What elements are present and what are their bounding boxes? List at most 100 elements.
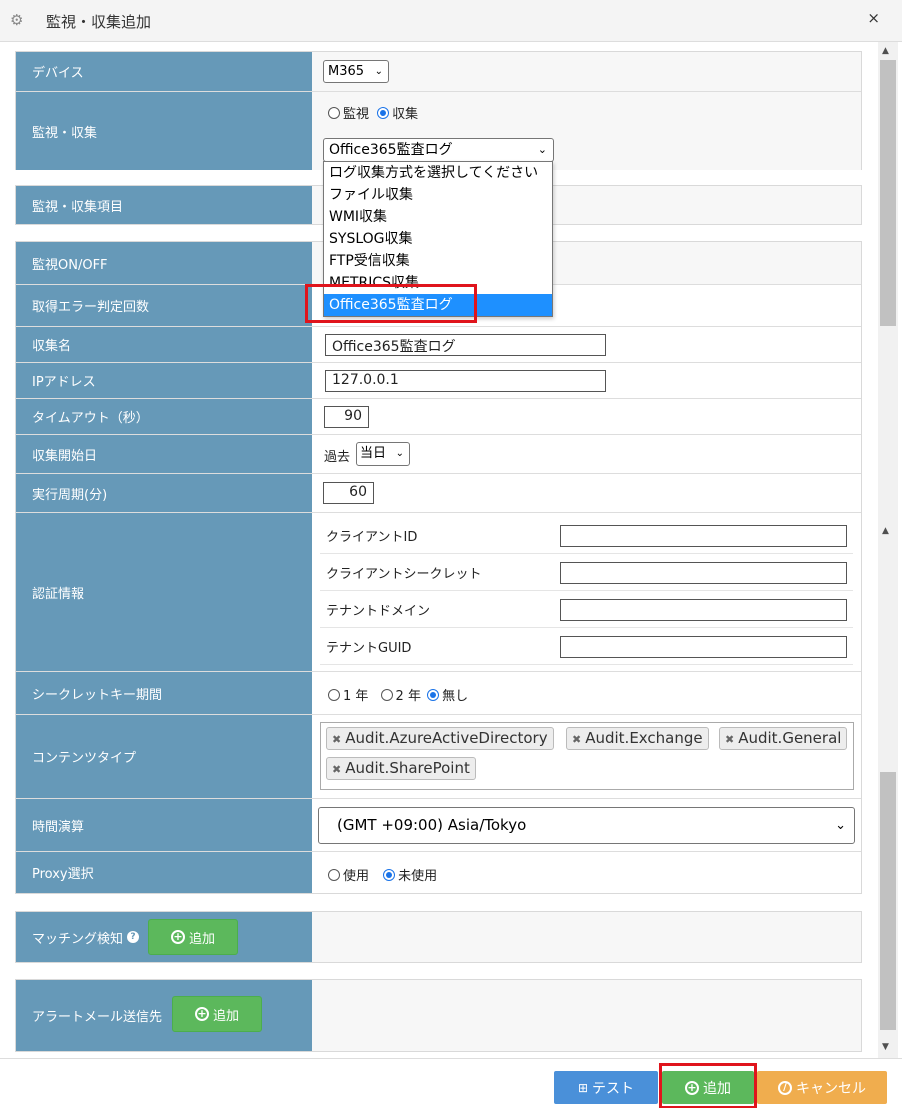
secret-1y-radio[interactable] xyxy=(328,689,340,701)
alert-mail-block: アラートメール送信先 + 追加 xyxy=(15,979,862,1052)
chevron-down-icon: ⌄ xyxy=(395,448,404,459)
device-select[interactable]: M365 ⌄ xyxy=(323,60,389,83)
timezone-row: 時間演算 (GMT +09:00) Asia/Tokyo ⌄ xyxy=(16,799,861,852)
monitor-collect-row: 監視・収集 監視 収集 Office365監査ログ ⌄ xyxy=(16,92,861,170)
content-tag[interactable]: ✖ Audit.Exchange xyxy=(566,727,709,750)
close-icon[interactable]: × xyxy=(867,9,880,27)
ip-label: IPアドレス xyxy=(16,363,312,398)
content-tag[interactable]: ✖ Audit.SharePoint xyxy=(326,757,476,780)
name-row: 収集名 Office365監査ログ xyxy=(16,327,861,363)
remove-icon[interactable]: ✖ xyxy=(572,733,581,746)
device-label: デバイス xyxy=(16,52,312,91)
content-tag[interactable]: ✖ Audit.General xyxy=(719,727,848,750)
ip-row: IPアドレス 127.0.0.1 xyxy=(16,363,861,399)
test-button[interactable]: ⊞ テスト xyxy=(554,1071,658,1104)
alert-mail-add-button[interactable]: + 追加 xyxy=(172,996,262,1032)
dialog-title: 監視・収集追加 xyxy=(46,13,152,31)
dialog-content: デバイス M365 ⌄ 監視・収集 監視 収集 Office365監査ログ ⌄ xyxy=(0,42,878,1058)
dialog-footer: ⊞ テスト + 追加 / キャンセル xyxy=(0,1058,902,1108)
monitor-collect-label: 監視・収集 xyxy=(16,92,312,170)
name-input[interactable]: Office365監査ログ xyxy=(325,334,606,356)
cancel-button[interactable]: / キャンセル xyxy=(757,1071,887,1104)
help-icon[interactable]: ? xyxy=(127,931,140,943)
scroll-up-icon[interactable]: ▲ xyxy=(882,46,889,56)
auth-field-row: テナントドメイン xyxy=(320,591,853,628)
content-type-multiselect[interactable]: ✖ Audit.AzureActiveDirectory ✖ Audit.Excha… xyxy=(320,722,854,790)
matching-row: マッチング検知 ? + 追加 xyxy=(16,912,861,962)
matching-block: マッチング検知 ? + 追加 xyxy=(15,911,862,963)
start-select[interactable]: 当日 ⌄ xyxy=(356,442,410,466)
plus-circle-icon: + xyxy=(170,930,185,944)
device-block: デバイス M365 ⌄ 監視・収集 監視 収集 Office365監査ログ ⌄ xyxy=(15,51,862,170)
period-row: 実行周期(分) 60 xyxy=(16,474,861,513)
timezone-select[interactable]: (GMT +09:00) Asia/Tokyo ⌄ xyxy=(318,807,855,844)
auth-row: 認証情報 クライアントID クライアントシークレット テナントドメイン テナント… xyxy=(16,513,861,672)
content-tag[interactable]: ✖ Audit.AzureActiveDirectory xyxy=(326,727,554,750)
chevron-down-icon: ⌄ xyxy=(537,143,547,156)
alert-mail-row: アラートメール送信先 + 追加 xyxy=(16,980,861,1051)
error-count-label: 取得エラー判定回数 xyxy=(16,285,312,326)
dropdown-option[interactable]: SYSLOG収集 xyxy=(324,228,552,250)
device-row: デバイス M365 ⌄ xyxy=(16,52,861,92)
secret-none-radio[interactable] xyxy=(427,689,440,701)
tenant-domain-input[interactable] xyxy=(560,599,847,621)
dropdown-option[interactable]: ログ収集方式を選択してください xyxy=(324,162,552,184)
proxy-row: Proxy選択 使用 未使用 xyxy=(16,852,861,893)
chevron-down-icon: ⌄ xyxy=(374,66,383,77)
highlight-box xyxy=(659,1063,757,1108)
ban-icon: / xyxy=(778,1080,792,1095)
timezone-label: 時間演算 xyxy=(16,799,312,851)
collect-radio[interactable] xyxy=(377,107,390,119)
client-secret-input[interactable] xyxy=(560,562,847,584)
scroll-down-icon[interactable]: ▼ xyxy=(882,1042,889,1052)
auth-field-row: テナントGUID xyxy=(320,628,853,665)
remove-icon[interactable]: ✖ xyxy=(332,763,341,776)
gear-icon: ⚙ xyxy=(10,11,24,29)
period-input[interactable]: 60 xyxy=(323,482,374,504)
dropdown-option[interactable]: ファイル収集 xyxy=(324,184,552,206)
settings-block: 監視ON/OFF 取得エラー判定回数 収集名 Office365監査ログ IPア… xyxy=(15,241,862,894)
proxy-use-radio[interactable] xyxy=(328,869,340,881)
items-label: 監視・収集項目 xyxy=(16,186,312,224)
matching-label: マッチング検知 xyxy=(32,931,124,947)
alert-mail-label: アラートメール送信先 xyxy=(16,980,312,1051)
client-id-input[interactable] xyxy=(560,525,847,547)
remove-icon[interactable]: ✖ xyxy=(332,733,341,746)
timeout-label: タイムアウト（秒） xyxy=(16,399,312,434)
onoff-label: 監視ON/OFF xyxy=(16,242,312,284)
dropdown-option[interactable]: FTP受信収集 xyxy=(324,250,552,272)
tenant-guid-input[interactable] xyxy=(560,636,847,658)
collection-method-select[interactable]: Office365監査ログ ⌄ xyxy=(323,138,554,162)
start-prefix: 過去 xyxy=(324,450,351,465)
scrollbar-thumb[interactable] xyxy=(880,772,896,1030)
dropdown-option[interactable]: WMI収集 xyxy=(324,206,552,228)
dialog-titlebar: ⚙ 監視・収集追加 × xyxy=(0,0,902,42)
proxy-unused-radio[interactable] xyxy=(383,869,396,881)
remove-icon[interactable]: ✖ xyxy=(725,733,734,746)
highlight-box xyxy=(305,284,477,323)
monitor-radio[interactable] xyxy=(328,107,340,119)
timeout-row: タイムアウト（秒） 90 xyxy=(16,399,861,435)
sitemap-icon: ⊞ xyxy=(577,1080,589,1095)
scroll-up-icon[interactable]: ▲ xyxy=(882,526,889,536)
proxy-radio-group: 使用 未使用 xyxy=(328,865,437,884)
secret-period-radio-group: 1 年 2 年 無し xyxy=(328,685,468,704)
period-label: 実行周期(分) xyxy=(16,474,312,512)
name-label: 収集名 xyxy=(16,327,312,362)
timeout-input[interactable]: 90 xyxy=(324,406,369,428)
scrollbar-thumb[interactable] xyxy=(880,60,896,326)
content-type-label: コンテンツタイプ xyxy=(16,715,312,798)
secret-period-row: シークレットキー期間 1 年 2 年 無し xyxy=(16,672,861,715)
chevron-down-icon: ⌄ xyxy=(835,818,846,833)
auth-field-row: クライアントシークレット xyxy=(320,554,853,591)
matching-add-button[interactable]: + 追加 xyxy=(148,919,238,955)
proxy-label: Proxy選択 xyxy=(16,852,312,893)
auth-field-row: クライアントID xyxy=(320,517,853,554)
secret-period-label: シークレットキー期間 xyxy=(16,672,312,714)
content-type-row: コンテンツタイプ ✖ Audit.AzureActiveDirectory ✖ Au… xyxy=(16,715,861,799)
secret-2y-radio[interactable] xyxy=(380,689,393,701)
ip-input[interactable]: 127.0.0.1 xyxy=(325,370,606,392)
plus-circle-icon: + xyxy=(194,1007,209,1021)
scrollbar[interactable]: ▲ ▲ ▼ xyxy=(878,42,898,1058)
start-row: 収集開始日 過去 当日 ⌄ xyxy=(16,435,861,474)
